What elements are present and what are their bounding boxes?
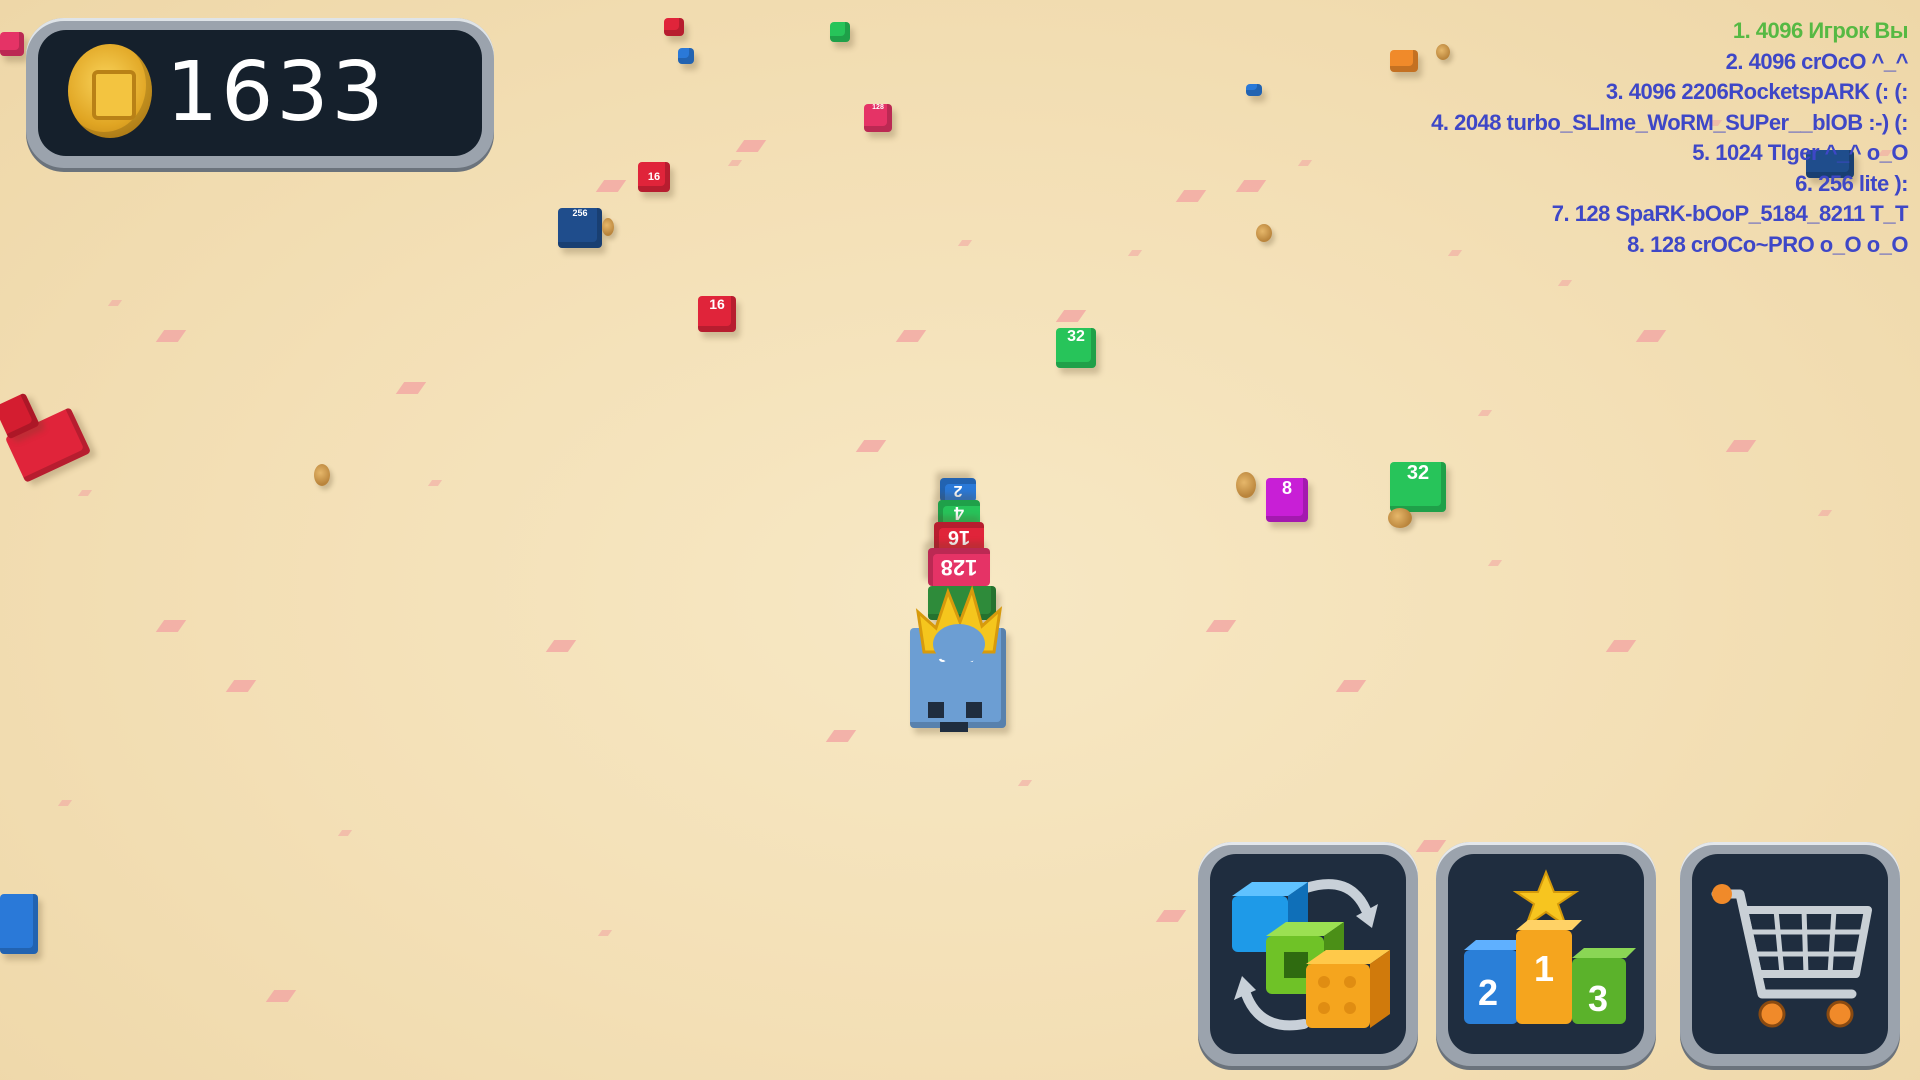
coin-pickup <box>1236 472 1256 498</box>
leaderboard-row: 7. 128 SpaRK-bOoP_5184_8211 T_T <box>1551 201 1909 226</box>
cube-small-orange <box>1390 50 1418 72</box>
coin-pickup <box>1256 224 1272 242</box>
podium-place-1: 1 <box>1534 948 1555 989</box>
leaderboard-row: 3. 4096 2206RocketspARK (: (: <box>1605 79 1909 104</box>
snake-eye <box>966 702 982 718</box>
podium-place-2: 2 <box>1478 972 1499 1013</box>
snake-segment: 128 <box>928 548 990 586</box>
cube-16: 16 <box>638 162 670 192</box>
coin-pickup <box>602 218 614 236</box>
leaderboard-row: 6. 256 lite ): <box>1795 170 1908 196</box>
snake-eye <box>928 702 944 718</box>
cube-blue-edge <box>0 894 38 954</box>
cube-16: 16 <box>698 296 736 332</box>
cube-small-blue <box>678 48 694 64</box>
cube-pink-edge <box>0 32 24 56</box>
snake-segment: 2 <box>940 478 976 502</box>
cart-icon <box>1711 884 1872 1028</box>
cube-8: 8 <box>1266 478 1308 522</box>
leaderboard-row: 8. 128 crOCo~PRO o_O o_O <box>1627 231 1908 257</box>
skins-button[interactable] <box>1198 842 1418 1066</box>
coin-pickup <box>1388 508 1412 528</box>
leaderboard-row: 5. 1024 TIger ^_^ o_O <box>1692 140 1908 165</box>
leaderboard-row: 2. 4096 crOcO ^_^ <box>1725 48 1909 74</box>
leaderboard-button[interactable]: 2 1 3 <box>1436 842 1656 1066</box>
coin-count: 1633 <box>166 45 387 140</box>
live-leaderboard: 1. 4096 Игрок Вы 2. 4096 crOcO ^_^ 3. 40… <box>1431 16 1908 260</box>
coin-pickup <box>314 464 330 486</box>
snake-mouth <box>940 722 968 732</box>
crown-icon <box>915 585 1003 664</box>
shop-button[interactable] <box>1680 842 1900 1066</box>
coin-counter: 1633 <box>26 18 494 168</box>
cube-small-green <box>830 22 850 42</box>
leaderboard-row: 4. 2048 turbo_SLIme_WoRM_SUPer__blOB :-)… <box>1431 109 1908 135</box>
cubes-swap-icon <box>1232 879 1390 1031</box>
cube-small-blue <box>1246 84 1262 96</box>
cube-128: 128 <box>864 104 892 132</box>
cube-small-red <box>664 18 684 36</box>
cube-32: 32 <box>1390 462 1446 512</box>
cube-32: 32 <box>1056 328 1096 368</box>
podium-place-3: 3 <box>1588 978 1609 1019</box>
leaderboard-row: 1. 4096 Игрок Вы <box>1732 18 1909 43</box>
coin-icon <box>68 44 152 138</box>
cube-256: 256 <box>558 208 602 248</box>
